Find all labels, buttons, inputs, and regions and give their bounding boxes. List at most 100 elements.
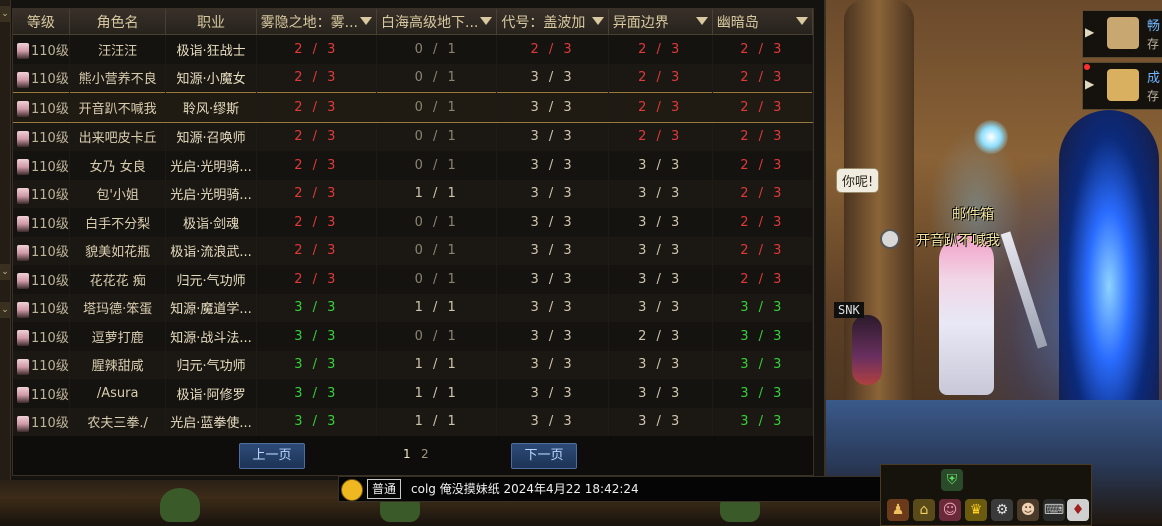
table-row[interactable]: 110级 女乃 女良 光启·光明骑... 2 / 30 / 13 / 33 / 32 … [13,151,814,180]
character-name-cell[interactable]: 塔玛德·笨蛋 [69,293,167,322]
npc-character[interactable] [852,315,882,385]
page-number-current[interactable]: 1 [403,447,411,461]
job-cell: 知源·魔道学... [165,293,257,322]
level-value: 110级 [31,245,69,260]
header-job[interactable]: 职业 [165,9,257,35]
dungeon-progress-cell: 2 / 3 [712,122,814,151]
dungeon-progress-cell: 2 / 3 [256,122,378,151]
dungeon-progress-cell: 2 / 3 [608,63,713,93]
character-name-cell[interactable]: /Asura [69,379,167,408]
card-icon[interactable]: ♦ [1067,499,1089,521]
player-name-label[interactable]: 开音趴不喊我 [916,230,1000,250]
chat-bar[interactable]: 普通 colg 俺没摸妹纸 2024年4月22 18:42:24 [338,476,960,502]
face-icon[interactable]: ☻ [1017,499,1039,521]
character-name-cell[interactable]: 包'小姐 [69,179,167,208]
character-name-cell[interactable]: 开音趴不喊我 [69,92,167,123]
crown-icon[interactable]: ♛ [965,499,987,521]
character-avatar-icon [17,273,29,289]
character-name-cell[interactable]: 汪汪汪 [69,34,167,64]
header-dungeon-4[interactable]: 异面边界 [608,9,713,35]
dropdown-arrow-icon[interactable] [796,17,808,25]
glowing-orb [974,120,1008,154]
page-number[interactable]: 2 [421,447,429,461]
level-value: 110级 [31,387,69,403]
header-level[interactable]: 等级 [13,9,70,35]
expand-arrow-icon[interactable]: ▶ [1085,77,1094,91]
expand-arrow-icon[interactable]: ▶ [1085,25,1094,39]
side-quest-item-1[interactable]: ▶ 畅 存 [1082,10,1162,58]
table-row[interactable]: 110级 塔玛德·笨蛋 知源·魔道学... 3 / 31 / 13 / 33 / 33… [13,293,814,322]
level-value: 110级 [31,330,69,346]
collapse-arrow-icon[interactable]: ⌄ [0,264,10,280]
character-name-cell[interactable]: 女乃 女良 [69,151,167,180]
next-page-button[interactable]: 下一页 [511,443,577,469]
header-dungeon-3[interactable]: 代号：盖波加 [496,9,609,35]
table-row[interactable]: 110级 花花花 痴归元·气功师 2 / 30 / 13 / 33 / 32 / 3 [13,265,814,294]
dungeon-progress-cell: 2 / 3 [496,34,609,64]
character-name-cell[interactable]: 逗萝打鹿 [69,322,167,351]
emoji-icon[interactable] [341,479,363,501]
table-row[interactable]: 110级 汪汪汪 极诣·狂战士 2 / 30 / 12 / 32 / 32 / 3 [13,34,814,64]
dungeon-progress-cell: 3 / 3 [496,208,609,237]
table-row[interactable]: 110级 熊小营养不良 知源·小魔女 2 / 30 / 13 / 32 / 32 / … [13,63,814,93]
dungeon-progress-cell: 3 / 3 [608,293,713,322]
table-row[interactable]: 110级 貌美如花瓶 极诣·流浪武... 2 / 30 / 13 / 33 / 32 … [13,236,814,265]
dropdown-arrow-icon[interactable] [591,17,604,25]
collapse-arrow-icon[interactable]: ⌄ [0,302,10,318]
home-icon[interactable]: ⌂ [913,499,935,521]
prev-page-button[interactable]: 上一页 [239,443,305,469]
character-name-cell[interactable]: 白手不分梨 [69,208,167,237]
character-name-cell[interactable]: 花花花 痴 [69,265,167,294]
table-row[interactable]: 110级 开音趴不喊我 聆风·缪斯 2 / 30 / 13 / 32 / 32 / 3 [13,92,814,123]
table-row[interactable]: 110级 农夫三拳./光启·蓝拳使... 3 / 31 / 13 / 33 / 33… [13,407,814,436]
dungeon-progress-cell: 0 / 1 [376,208,498,237]
header-dungeon-1[interactable]: 雾隐之地：雾... [256,9,378,35]
character-name-cell[interactable]: 貌美如花瓶 [69,236,167,265]
character-name-cell[interactable]: 出来吧皮卡丘 [69,122,167,151]
level-cell: 110级 [13,92,70,123]
side-quest-item-2[interactable]: ▶ 成 存 [1082,62,1162,110]
table-row[interactable]: 110级/Asura 极诣·阿修罗 3 / 31 / 13 / 33 / 33 / … [13,379,814,408]
header-dungeon-5[interactable]: 幽暗岛 [712,9,814,35]
dungeon-progress-table: 等级 角色名 职业 雾隐之地：雾... 白海高级地下... 代号：盖波加 异面边… [13,9,814,436]
portal-door[interactable] [1059,110,1159,430]
dropdown-arrow-icon[interactable] [360,17,373,25]
collapse-arrow-icon[interactable]: ⌄ [0,6,10,22]
table-row[interactable]: 110级 包'小姐 光启·光明骑... 2 / 31 / 13 / 33 / 32 /… [13,179,814,208]
chat-channel-tag[interactable]: 普通 [367,479,402,499]
dungeon-progress-window: ⌄ ⌄ ⌄ 等级 角色名 职业 雾隐之地：雾... 白海高级地下... 代号：盖… [0,0,826,480]
gear-icon[interactable]: ⚙ [991,499,1013,521]
character-name-cell[interactable]: 农夫三拳./ [69,407,167,436]
character-name-cell[interactable]: 腥辣甜咸 [69,350,167,379]
star-book-icon [1107,69,1139,101]
level-value: 110级 [31,273,69,289]
table-row[interactable]: 110级 逗萝打鹿 知源·战斗法... 3 / 30 / 13 / 32 / 33 /… [13,322,814,351]
header-dungeon-2[interactable]: 白海高级地下... [376,9,498,35]
table-header-row: 等级 角色名 职业 雾隐之地：雾... 白海高级地下... 代号：盖波加 异面边… [13,9,814,35]
level-cell: 110级 [13,293,70,322]
level-value: 110级 [31,43,69,59]
dungeon-progress-cell: 2 / 3 [608,122,713,151]
mailbox-label[interactable]: 邮件箱 [952,204,994,224]
job-cell: 知源·战斗法... [165,322,257,351]
dungeon-progress-cell: 1 / 1 [376,293,498,322]
character-icon[interactable]: ♟ [887,499,909,521]
controller-icon[interactable]: ⌨ [1043,499,1065,521]
header-name[interactable]: 角色名 [69,9,167,35]
table-row[interactable]: 110级 腥辣甜咸 归元·气功师 3 / 31 / 13 / 33 / 33 / 3 [13,350,814,379]
avatar-icon[interactable]: ☺ [939,499,961,521]
table-row[interactable]: 110级 白手不分梨 极诣·剑魂 2 / 30 / 13 / 33 / 32 / 3 [13,208,814,237]
dungeon-progress-cell: 3 / 3 [256,407,378,436]
dungeon-progress-cell: 3 / 3 [712,293,814,322]
level-value: 110级 [31,72,69,87]
dungeon-progress-cell: 2 / 3 [256,236,378,265]
player-character[interactable] [939,235,994,395]
dungeon-progress-cell: 2 / 3 [712,179,814,208]
dungeon-progress-cell: 2 / 3 [256,265,378,294]
character-name-cell[interactable]: 熊小营养不良 [69,63,167,93]
dungeon-progress-cell: 3 / 3 [608,151,713,180]
guild-icon[interactable]: ⛨ [941,469,963,491]
dropdown-arrow-icon[interactable] [480,17,493,25]
table-row[interactable]: 110级 出来吧皮卡丘 知源·召唤师 2 / 30 / 13 / 32 / 32 / … [13,122,814,151]
dropdown-arrow-icon[interactable] [695,17,708,25]
